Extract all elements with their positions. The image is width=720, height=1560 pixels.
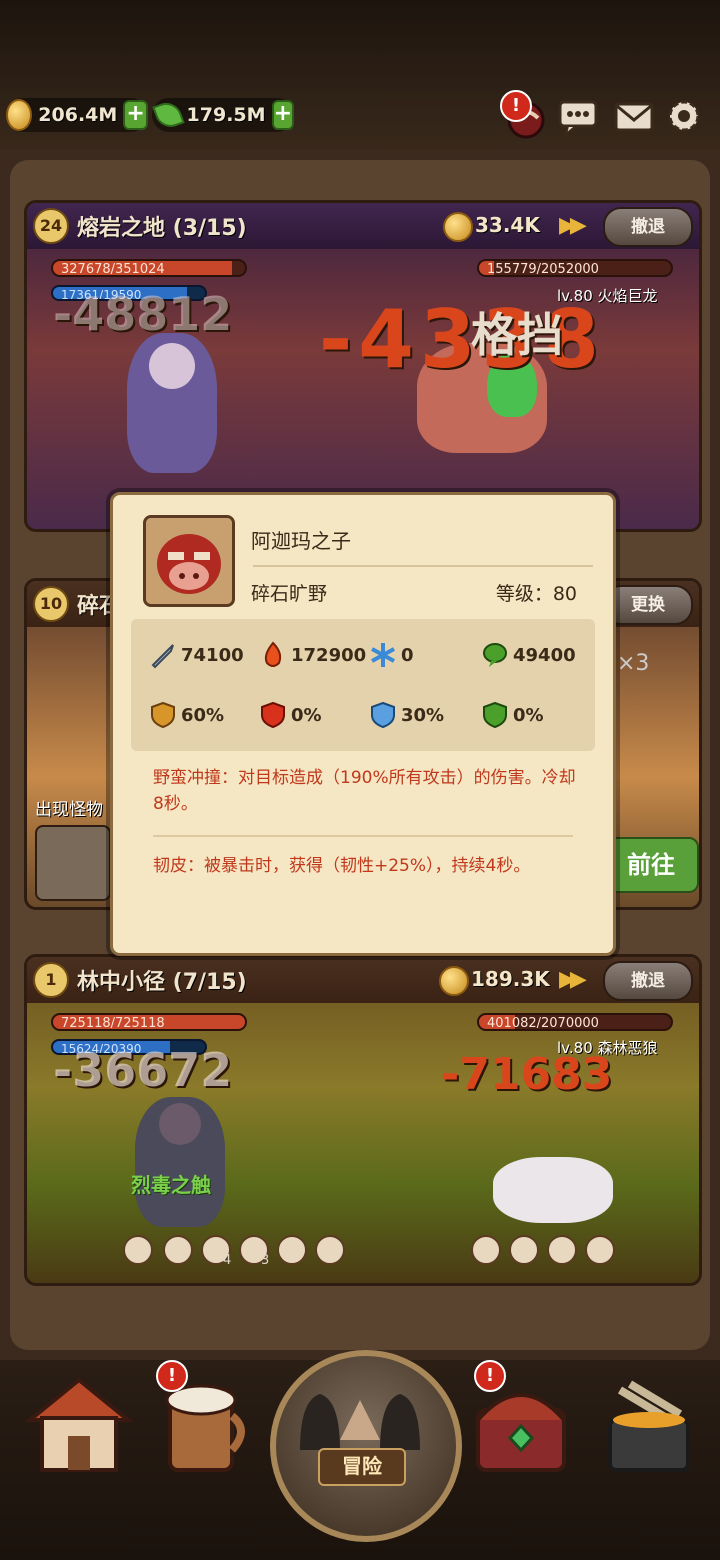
stat-ice-resist: 30% [369, 701, 444, 729]
gold-display: 206.4M + [6, 98, 148, 132]
gear-icon[interactable] [664, 96, 704, 136]
snowflake-icon [371, 643, 395, 667]
adventure-label: 冒险 [318, 1448, 406, 1486]
skill-effect-label: 烈毒之触 [131, 1173, 211, 1197]
gold-amount: 206.4M [38, 104, 118, 126]
leaf-gem-icon [152, 98, 185, 132]
tavern-alert-icon: ! [156, 1360, 188, 1392]
add-gold-button[interactable]: + [123, 100, 148, 130]
stage-title: 熔岩之地 (3/15) [77, 216, 247, 241]
slot-count: 3 [261, 1253, 270, 1268]
battle-panel-header: 24 熔岩之地 (3/15) 33.4K ▶▶ 撤退 [27, 203, 699, 249]
avatar-alert-icon: ! [500, 90, 532, 122]
monster-damage-number: -71683 [441, 1049, 613, 1100]
divider [153, 835, 573, 837]
skill-description-1: 野蛮冲撞：对目标造成（190%所有攻击）的伤害。冷却8秒。 [153, 768, 576, 814]
monster-level: 等级：80 [495, 583, 577, 605]
monster-portrait [143, 515, 235, 607]
monster-info-popup: 阿迦玛之子 碎石旷野 等级：80 74100 172900 0 49400 60… [110, 492, 616, 956]
stat-ice: 0 [369, 641, 414, 669]
stage-title: 林中小径 (7/15) [77, 970, 247, 995]
skill-description-2: 韧皮：被暴击时，获得（韧性+25%），持续4秒。 [153, 856, 531, 876]
hero-hp-bar: 725118/725118 [51, 1013, 247, 1031]
gem-amount: 179.5M [186, 104, 266, 126]
chest-alert-icon: ! [474, 1360, 506, 1392]
top-bar [0, 0, 720, 160]
battle-panel-header: 1 林中小径 (7/15) 189.3K ▶▶ 撤退 [27, 957, 699, 1003]
stage-level-badge: 10 [33, 586, 69, 622]
stat-fire-resist: 0% [259, 701, 322, 729]
forge-nav-button[interactable] [590, 1370, 708, 1480]
monster-skill-slot [585, 1235, 615, 1265]
gold-coin-icon [439, 966, 469, 996]
hero-hp-bar: 327678/351024 [51, 259, 247, 277]
hooded-figures-icon [300, 1394, 420, 1450]
stat-fire: 172900 [259, 641, 366, 669]
shield-icon [151, 701, 175, 729]
stat-attack: 74100 [149, 641, 244, 669]
multiplier-label: ×3 [617, 651, 650, 676]
retreat-button[interactable]: 撤退 [603, 207, 693, 247]
retreat-button[interactable]: 撤退 [603, 961, 693, 1001]
stat-poison-resist: 0% [481, 701, 544, 729]
house-nav-button[interactable] [20, 1370, 138, 1480]
monster-name: 阿迦玛之子 [251, 529, 351, 553]
appear-monster-label: 出现怪物 [35, 800, 103, 820]
battle-panel-forest: 1 林中小径 (7/15) 189.3K ▶▶ 撤退 725118/725118… [24, 954, 702, 1286]
gold-coin-icon [6, 99, 33, 131]
stat-poison: 49400 [481, 641, 576, 669]
monster-thumbnail[interactable] [35, 825, 111, 901]
monster-skill-slot [471, 1235, 501, 1265]
stat-phys-resist: 60% [149, 701, 224, 729]
gold-coin-icon [443, 212, 473, 242]
sword-icon [151, 644, 174, 669]
skill-slot [315, 1235, 345, 1265]
stats-panel: 74100 172900 0 49400 60% 0% 30% 0% [131, 619, 595, 751]
hero-head [159, 1103, 201, 1145]
poison-shield-icon [483, 701, 507, 729]
goto-button[interactable]: 前往 [603, 837, 699, 893]
fire-shield-icon [261, 701, 285, 729]
slot-count: 4 [223, 1253, 232, 1268]
ice-shield-icon [371, 701, 395, 729]
block-label: 格挡 [471, 308, 563, 362]
monster-area: 碎石旷野 [251, 583, 328, 605]
mail-icon[interactable] [614, 96, 654, 136]
skill-slot [123, 1235, 153, 1265]
monster-skill-slot [509, 1235, 539, 1265]
fast-forward-icon[interactable]: ▶▶ [559, 967, 595, 993]
stage-gold: 33.4K [475, 213, 540, 237]
fire-icon [264, 641, 282, 667]
add-gem-button[interactable]: + [271, 100, 294, 130]
stage-level-badge: 24 [33, 208, 69, 244]
stage-level-badge: 1 [33, 962, 69, 998]
forest-wolf-sprite [493, 1157, 613, 1223]
skill-slot [163, 1235, 193, 1265]
fast-forward-icon[interactable]: ▶▶ [559, 213, 595, 239]
monster-hp-bar: 401082/2070000 [477, 1013, 673, 1031]
monster-skill-slot [547, 1235, 577, 1265]
monster-hp-bar: 155779/2052000 [477, 259, 673, 277]
poison-drop-icon [483, 643, 507, 667]
stage-gold: 189.3K [471, 967, 550, 991]
skill-slot [277, 1235, 307, 1265]
gem-display: 179.5M + [152, 98, 294, 132]
battle-panel-lava: 24 熔岩之地 (3/15) 33.4K ▶▶ 撤退 327678/351024… [24, 200, 702, 532]
chat-icon[interactable] [558, 96, 598, 136]
change-button[interactable]: 更换 [603, 585, 693, 625]
hero-head [149, 343, 195, 389]
divider [253, 565, 593, 567]
